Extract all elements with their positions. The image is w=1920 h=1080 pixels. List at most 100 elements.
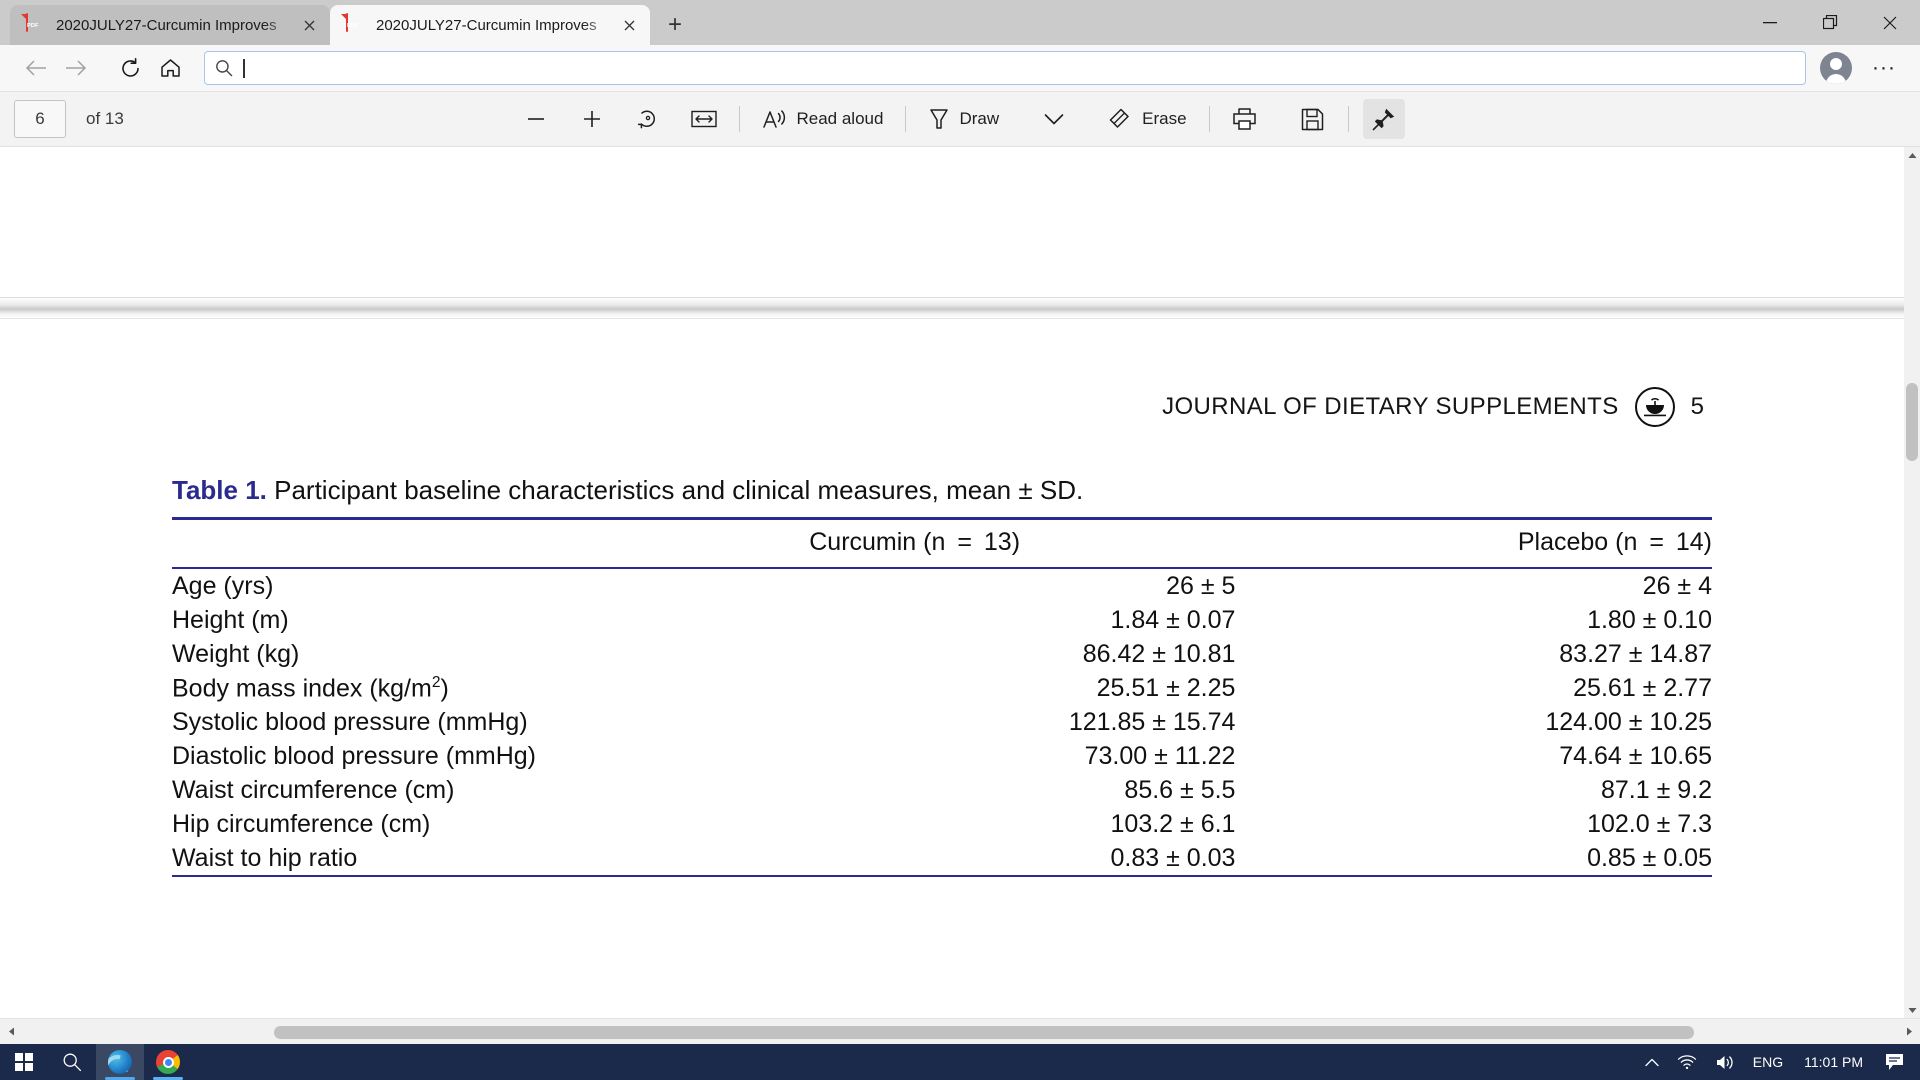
pin-icon[interactable] bbox=[1362, 99, 1405, 139]
more-settings-button[interactable]: ··· bbox=[1864, 51, 1904, 85]
minimize-icon[interactable] bbox=[1740, 0, 1800, 45]
row-curcumin: 73.00 ± 11.22 bbox=[1084, 741, 1236, 770]
row-curcumin: 1.84 ± 0.07 bbox=[1110, 605, 1236, 634]
tab-title: 2020JULY27-Curcumin Improves bbox=[376, 16, 597, 34]
text-cursor bbox=[243, 58, 245, 78]
scroll-left-arrow-icon[interactable] bbox=[0, 1020, 22, 1044]
close-icon[interactable] bbox=[1860, 0, 1920, 45]
clock[interactable]: 11:01 PM bbox=[1792, 1044, 1875, 1080]
browser-tab-1[interactable]: 2020JULY27-Curcumin Improves bbox=[10, 5, 330, 45]
horizontal-scroll-thumb[interactable] bbox=[274, 1025, 1694, 1039]
show-hidden-icons-chevron-icon[interactable] bbox=[1636, 1044, 1668, 1080]
row-placebo: 83.27 ± 14.87 bbox=[1559, 639, 1712, 668]
save-icon[interactable] bbox=[1292, 99, 1334, 139]
volume-icon[interactable] bbox=[1706, 1044, 1744, 1080]
language-indicator[interactable]: ENG bbox=[1744, 1044, 1792, 1080]
scroll-down-arrow-icon[interactable] bbox=[1904, 1002, 1920, 1018]
search-icon[interactable] bbox=[48, 1044, 96, 1080]
table-caption: Table 1. Participant baseline characteri… bbox=[172, 475, 1712, 506]
row-curcumin: 26 ± 5 bbox=[1166, 571, 1236, 600]
row-measure: Waist circumference (cm) bbox=[172, 775, 455, 804]
row-measure: Waist to hip ratio bbox=[172, 843, 358, 872]
draw-button[interactable]: Draw bbox=[920, 99, 1007, 139]
scroll-up-arrow-icon[interactable] bbox=[1904, 147, 1920, 163]
table-row: Diastolic blood pressure (mmHg) 73.00 ± … bbox=[172, 739, 1712, 773]
draw-label: Draw bbox=[959, 109, 1000, 128]
horizontal-scroll-track[interactable] bbox=[22, 1020, 1898, 1044]
pdf-viewer: JOURNAL OF DIETARY SUPPLEMENTS 5 Table 1… bbox=[0, 147, 1920, 1018]
fit-to-width-icon[interactable] bbox=[683, 99, 725, 139]
window-controls bbox=[1740, 0, 1920, 45]
eraser-icon bbox=[1109, 108, 1133, 130]
toolbar-divider bbox=[1208, 106, 1210, 132]
browser-navigation-bar: ··· bbox=[0, 45, 1920, 92]
table-1-grid: Curcumin (n = 13) Placebo (n = 14) bbox=[172, 520, 1712, 567]
scroll-right-arrow-icon[interactable] bbox=[1898, 1020, 1920, 1044]
new-tab-button[interactable]: + bbox=[658, 8, 692, 42]
search-icon bbox=[215, 59, 233, 77]
refresh-icon[interactable] bbox=[110, 51, 150, 85]
row-curcumin: 85.6 ± 5.5 bbox=[1124, 775, 1236, 804]
row-placebo: 26 ± 4 bbox=[1642, 571, 1712, 600]
forward-arrow-icon[interactable] bbox=[56, 51, 96, 85]
table-row: Waist circumference (cm) 85.6 ± 5.5 87.1… bbox=[172, 773, 1712, 807]
pdf-file-icon bbox=[26, 13, 46, 36]
journal-emblem-icon bbox=[1634, 387, 1675, 427]
close-icon[interactable] bbox=[296, 12, 322, 38]
system-tray: ENG 11:01 PM bbox=[1636, 1044, 1920, 1080]
browser-tab-strip: 2020JULY27-Curcumin Improves 2020JULY27-… bbox=[0, 0, 1920, 45]
avatar[interactable] bbox=[1820, 52, 1852, 84]
vertical-scrollbar[interactable] bbox=[1904, 147, 1920, 1018]
notification-center-icon[interactable] bbox=[1875, 1044, 1914, 1080]
erase-button[interactable]: Erase bbox=[1101, 99, 1194, 139]
wifi-icon[interactable] bbox=[1668, 1044, 1706, 1080]
read-aloud-button[interactable]: Read aloud bbox=[754, 99, 891, 139]
row-placebo: 1.80 ± 0.10 bbox=[1587, 605, 1712, 634]
rotate-icon[interactable] bbox=[627, 99, 669, 139]
row-placebo: 124.00 ± 10.25 bbox=[1545, 707, 1712, 736]
back-arrow-icon[interactable] bbox=[16, 51, 56, 85]
row-measure: Diastolic blood pressure (mmHg) bbox=[172, 741, 537, 770]
page-count-label: of 13 bbox=[86, 109, 124, 128]
vertical-scroll-track[interactable] bbox=[1904, 163, 1920, 1002]
row-curcumin: 86.42 ± 10.81 bbox=[1082, 639, 1236, 668]
vertical-scroll-thumb[interactable] bbox=[1906, 383, 1918, 461]
chevron-down-icon[interactable] bbox=[1033, 99, 1075, 139]
address-search-input[interactable] bbox=[204, 51, 1806, 85]
print-icon[interactable] bbox=[1224, 99, 1266, 139]
table-row: Systolic blood pressure (mmHg) 121.85 ± … bbox=[172, 705, 1712, 739]
row-placebo: 87.1 ± 9.2 bbox=[1600, 775, 1712, 804]
row-curcumin: 121.85 ± 15.74 bbox=[1068, 707, 1236, 736]
windows-start-icon[interactable] bbox=[0, 1044, 48, 1080]
column-header-placebo: Placebo (n = 14) bbox=[1517, 528, 1712, 556]
zoom-in-button[interactable] bbox=[571, 99, 613, 139]
pdf-page-6: JOURNAL OF DIETARY SUPPLEMENTS 5 Table 1… bbox=[0, 319, 1904, 1018]
table-bottom-rule bbox=[172, 875, 1712, 878]
row-measure: Age (yrs) bbox=[172, 571, 274, 600]
row-measure: Systolic blood pressure (mmHg) bbox=[172, 707, 528, 736]
home-icon[interactable] bbox=[150, 51, 190, 85]
horizontal-scrollbar[interactable] bbox=[0, 1018, 1920, 1044]
page-number-input[interactable]: 6 bbox=[14, 100, 66, 138]
row-curcumin: 103.2 ± 6.1 bbox=[1110, 809, 1236, 838]
row-placebo: 25.61 ± 2.77 bbox=[1573, 673, 1712, 702]
browser-tab-2[interactable]: 2020JULY27-Curcumin Improves bbox=[330, 5, 650, 45]
zoom-out-button[interactable] bbox=[515, 99, 557, 139]
table-row: Waist to hip ratio 0.83 ± 0.03 0.85 ± 0.… bbox=[172, 841, 1712, 875]
row-placebo: 74.64 ± 10.65 bbox=[1559, 741, 1712, 770]
restore-icon[interactable] bbox=[1800, 0, 1860, 45]
table-header-row: Curcumin (n = 13) Placebo (n = 14) bbox=[172, 520, 1712, 567]
toolbar-divider bbox=[1347, 106, 1349, 132]
edge-taskbar-icon[interactable] bbox=[96, 1044, 144, 1080]
chrome-taskbar-icon[interactable] bbox=[144, 1044, 192, 1080]
table-row: Body mass index (kg/m2) 25.51 ± 2.25 25.… bbox=[172, 671, 1712, 705]
row-measure-tail: ) bbox=[440, 673, 449, 702]
close-icon[interactable] bbox=[616, 12, 642, 38]
row-placebo: 102.0 ± 7.3 bbox=[1587, 809, 1712, 838]
document-page-number: 5 bbox=[1690, 393, 1704, 420]
table-caption-text: Participant baseline characteristics and… bbox=[274, 475, 1084, 505]
row-measure: Height (m) bbox=[172, 605, 289, 634]
toolbar-divider bbox=[905, 106, 907, 132]
windows-taskbar: ENG 11:01 PM bbox=[0, 1044, 1920, 1080]
table-row: Weight (kg) 86.42 ± 10.81 83.27 ± 14.87 bbox=[172, 637, 1712, 671]
